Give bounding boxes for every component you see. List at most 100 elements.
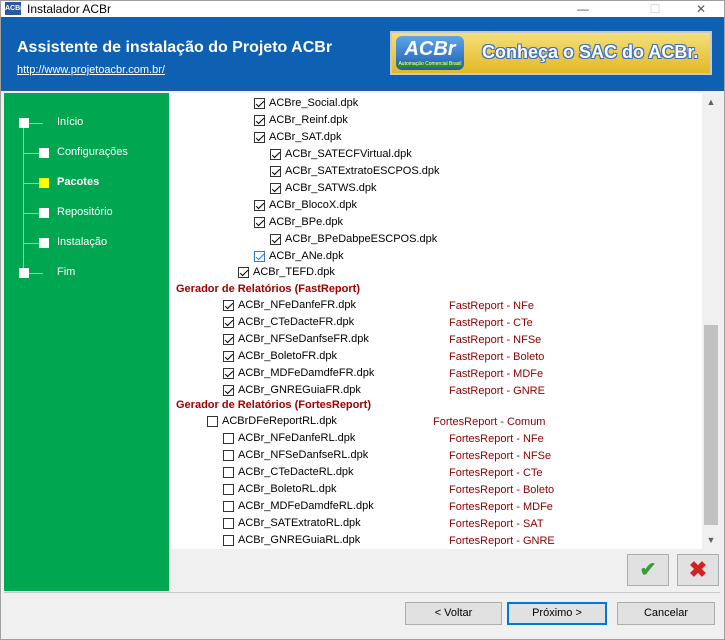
app-icon: ACBr — [5, 2, 23, 15]
package-label: ACBr_BPe.dpk — [269, 216, 343, 228]
package-label: ACBr_BoletoFR.dpk — [238, 350, 338, 362]
step-connector — [24, 183, 39, 184]
step-label: Pacotes — [57, 176, 100, 188]
step-pacotes: Pacotes — [4, 175, 164, 191]
package-checkbox[interactable] — [223, 317, 234, 328]
package-label: ACBr_CTeDacteFR.dpk — [238, 316, 355, 328]
step-connector — [29, 123, 43, 124]
step-repositorio: Repositório — [4, 205, 164, 221]
package-checkbox[interactable] — [254, 98, 265, 109]
back-button[interactable]: < Voltar — [405, 602, 502, 625]
scroll-up-icon[interactable]: ▲ — [702, 93, 720, 111]
package-label: ACBre_Social.dpk — [269, 97, 359, 109]
step-inicio: Início — [4, 115, 164, 131]
package-checkbox[interactable] — [223, 450, 234, 461]
step-label: Repositório — [57, 206, 113, 218]
package-label: ACBr_SATExtratoESCPOS.dpk — [285, 165, 440, 177]
package-checkbox[interactable] — [270, 234, 281, 245]
package-label: ACBr_TEFD.dpk — [253, 266, 335, 278]
package-description: FortesReport - Boleto — [449, 484, 555, 496]
step-label: Fim — [57, 266, 76, 278]
package-checkbox[interactable] — [254, 115, 265, 126]
window-title: Instalador ACBr — [27, 2, 112, 16]
package-label: ACBr_SATECFVirtual.dpk — [285, 148, 412, 160]
page-title: Assistente de instalação do Projeto ACBr — [17, 39, 333, 56]
maximize-button: ☐ — [649, 2, 661, 16]
step-marker — [19, 118, 29, 128]
package-checkbox[interactable] — [223, 300, 234, 311]
package-label: ACBr_MDFeDamdfeFR.dpk — [238, 367, 375, 379]
package-checkbox[interactable] — [254, 200, 265, 211]
section-fastreport: Gerador de Relatórios (FastReport) — [176, 283, 360, 295]
package-label: ACBr_Reinf.dpk — [269, 114, 348, 126]
step-label: Início — [57, 116, 84, 128]
deselect-all-button[interactable]: ✖ — [677, 554, 719, 586]
step-connector — [24, 213, 39, 214]
package-checkbox[interactable] — [270, 149, 281, 160]
package-checkbox[interactable] — [223, 334, 234, 345]
package-label: ACBr_MDFeDamdfeRL.dpk — [238, 500, 374, 512]
close-button[interactable]: ✕ — [681, 1, 721, 17]
package-label: ACBr_NFSeDanfseRL.dpk — [238, 449, 369, 461]
package-label: ACBr_NFeDanfeRL.dpk — [238, 432, 356, 444]
package-checkbox[interactable] — [207, 416, 218, 427]
step-label: Configurações — [57, 146, 128, 158]
package-label: ACBr_SATExtratoRL.dpk — [238, 517, 361, 529]
step-marker — [39, 208, 49, 218]
package-checkbox[interactable] — [223, 501, 234, 512]
package-label: ACBr_NFeDanfeFR.dpk — [238, 299, 356, 311]
minimize-button[interactable]: — — [563, 1, 603, 17]
package-description: FortesReport - SAT — [449, 518, 544, 530]
package-description: FastReport - GNRE — [449, 385, 545, 397]
step-configuracoes: Configurações — [4, 145, 164, 161]
package-label: ACBr_BPeDabpeESCPOS.dpk — [285, 233, 438, 245]
vertical-scrollbar[interactable]: ▲ ▼ — [702, 93, 720, 549]
scrollbar-thumb[interactable] — [704, 325, 718, 525]
package-checkbox[interactable] — [238, 267, 249, 278]
package-checkbox[interactable] — [223, 484, 234, 495]
package-checkbox[interactable] — [254, 217, 265, 228]
package-description: FortesReport - GNRE — [449, 535, 555, 547]
package-checkbox[interactable] — [223, 433, 234, 444]
package-label: ACBr_GNREGuiaRL.dpk — [238, 534, 361, 546]
package-checkbox[interactable] — [223, 518, 234, 529]
cancel-button[interactable]: Cancelar — [617, 602, 715, 625]
step-marker — [39, 238, 49, 248]
package-checkbox[interactable] — [270, 183, 281, 194]
step-marker-current — [39, 178, 49, 188]
package-description: FastReport - MDFe — [449, 368, 544, 380]
package-checkbox[interactable] — [254, 132, 265, 143]
section-fortesreport: Gerador de Relatórios (FortesReport) — [176, 399, 371, 411]
project-link[interactable]: http://www.projetoacbr.com.br/ — [17, 64, 165, 76]
acbr-logo-subtitle: Automação Comercial Brasil — [398, 61, 462, 67]
package-description: FortesReport - MDFe — [449, 501, 553, 513]
package-label: ACBr_SATWS.dpk — [285, 182, 377, 194]
scroll-down-icon[interactable]: ▼ — [702, 531, 720, 549]
step-connector — [29, 273, 43, 274]
acbr-logo-text: ACBr — [404, 38, 456, 60]
package-description: FastReport - Boleto — [449, 351, 545, 363]
sac-banner[interactable]: ACBr Automação Comercial Brasil Conheça … — [390, 31, 712, 75]
step-marker — [39, 148, 49, 158]
banner-text: Conheça o SAC do ACBr. — [482, 42, 699, 62]
title-bar: ACBr Instalador ACBr — ☐ ✕ — [1, 1, 724, 17]
step-connector — [24, 153, 39, 154]
package-checkbox[interactable] — [223, 351, 234, 362]
package-description: FortesReport - NFe — [449, 433, 544, 445]
package-checkbox[interactable] — [270, 166, 281, 177]
select-all-button[interactable]: ✔ — [627, 554, 669, 586]
package-checkbox[interactable] — [254, 251, 265, 262]
package-checkbox[interactable] — [223, 385, 234, 396]
packages-list: ACBre_Social.dpk ACBr_Reinf.dpk ACBr_SAT… — [170, 93, 720, 549]
package-description: FastReport - NFSe — [449, 334, 542, 346]
next-button[interactable]: Próximo > — [507, 602, 607, 625]
package-description: FastReport - CTe — [449, 317, 533, 329]
package-label: ACBr_BoletoRL.dpk — [238, 483, 337, 495]
package-checkbox[interactable] — [223, 368, 234, 379]
package-label: ACBr_ANe.dpk — [269, 250, 344, 262]
acbr-logo: ACBr Automação Comercial Brasil — [396, 36, 464, 70]
x-mark-icon: ✖ — [688, 557, 708, 582]
package-checkbox[interactable] — [223, 535, 234, 546]
package-checkbox[interactable] — [223, 467, 234, 478]
package-label: ACBr_NFSeDanfseFR.dpk — [238, 333, 369, 345]
